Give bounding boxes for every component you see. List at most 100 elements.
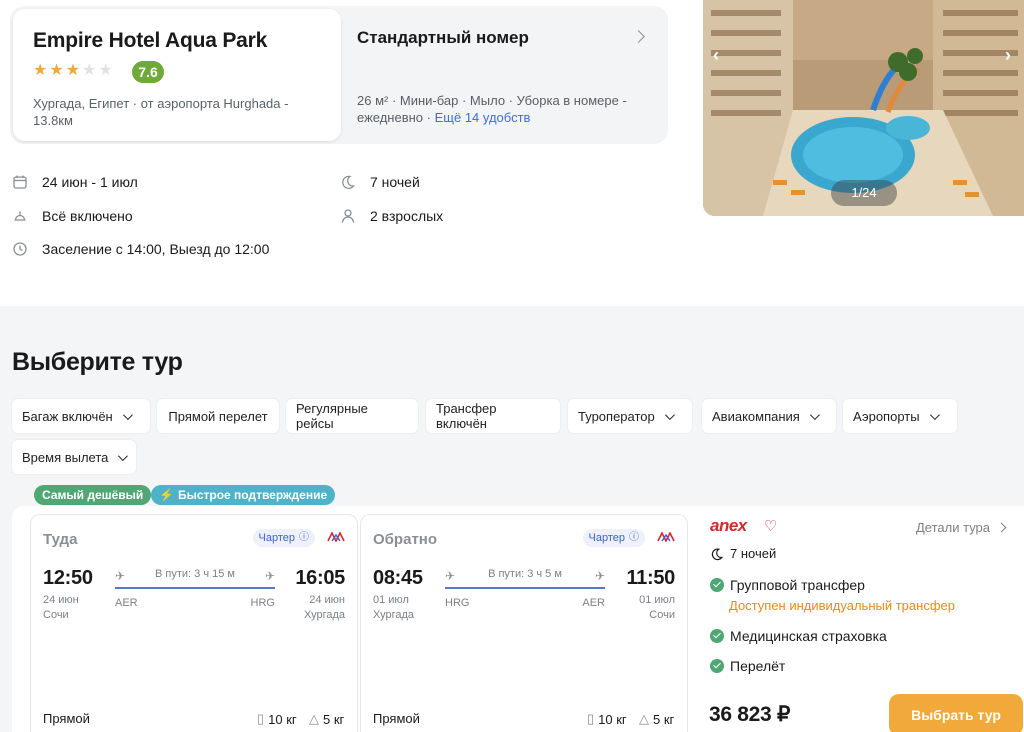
lightning-icon: ⚡ <box>159 488 174 502</box>
departure-airport-code: HRG <box>445 597 470 609</box>
tour-price: 36 823 ₽ <box>709 703 791 726</box>
hotel-card[interactable]: Empire Hotel Aqua Park ★ ★ ★ ★ ★ 7.6 Хур… <box>13 9 341 141</box>
nights-row: 7 ночей <box>340 174 420 190</box>
departure-date: 24 июн <box>43 594 79 606</box>
baggage-weight: 10 кг <box>598 711 627 727</box>
dates-row: 24 июн - 1 июл <box>12 174 138 190</box>
star-icon: ★ <box>65 62 81 79</box>
moon-icon <box>342 175 355 189</box>
arrival-date: 01 июл <box>639 594 675 606</box>
chevron-down-icon <box>122 409 133 420</box>
charter-badge[interactable]: Чартер ⓘ <box>252 529 315 547</box>
cheapest-badge: Самый дешёвый <box>34 485 152 505</box>
select-tour-button[interactable]: Выбрать тур <box>889 694 1023 732</box>
baggage-weight: 10 кг <box>268 711 297 727</box>
trip-dates: 24 июн - 1 июл <box>42 174 138 190</box>
feature-insurance: Медицинская страховка <box>710 628 887 644</box>
departure-time: 12:50 <box>43 567 93 589</box>
checkin-times: Заселение с 14:00, Выезд до 12:00 <box>42 241 270 257</box>
plane-landing-icon: ✈ <box>264 569 275 583</box>
hotel-name[interactable]: Empire Hotel Aqua Park <box>33 29 267 53</box>
checkin-row: Заселение с 14:00, Выезд до 12:00 <box>12 241 269 257</box>
trip-meal: Всё включено <box>42 208 133 224</box>
details-label: Детали тура <box>916 520 991 535</box>
section-title: Выберите тур <box>12 348 183 376</box>
star-icon: ★ <box>49 62 64 79</box>
gallery-prev-button[interactable]: ‹ <box>713 45 719 66</box>
suitcase-icon: ▯ <box>257 711 265 726</box>
outbound-leg: Туда Чартер ⓘ 12:50 24 июн Сочи ✈ В пути:… <box>30 514 358 732</box>
plane-landing-icon: ✈ <box>594 569 605 583</box>
filter-regular-flights[interactable]: Регулярные рейсы <box>286 399 418 433</box>
filter-direct-flight[interactable]: Прямой перелет <box>157 399 279 433</box>
charter-badge[interactable]: Чартер ⓘ <box>582 529 645 547</box>
heart-icon[interactable]: ♡ <box>764 517 777 535</box>
arrival-city: Сочи <box>649 609 675 621</box>
hand-luggage: △ 5 кг <box>639 711 674 727</box>
room-title: Стандартный номер <box>357 28 529 47</box>
filter-departure-time[interactable]: Время вылета <box>12 440 136 474</box>
checked-baggage: ▯ 10 кг <box>257 711 297 727</box>
arrival-time: 11:50 <box>626 567 675 589</box>
route-line <box>115 587 275 589</box>
feature-label: Перелёт <box>730 658 786 674</box>
filter-airline[interactable]: Авиакомпания <box>702 399 836 433</box>
flight-route: ✈ В пути: 3 ч 15 м ✈ AER HRG <box>115 567 275 609</box>
chevron-down-icon <box>809 409 820 420</box>
badge-label: Быстрое подтверждение <box>177 488 328 502</box>
trip-guests: 2 взрослых <box>370 208 444 224</box>
filter-baggage[interactable]: Багаж включён <box>12 399 150 433</box>
arrival-date: 24 июн <box>309 594 345 606</box>
chevron-right-icon[interactable] <box>632 30 645 43</box>
feature-label: Медицинская страховка <box>730 628 887 644</box>
calendar-icon <box>13 175 27 189</box>
flight-duration: В пути: 3 ч 15 м <box>155 568 235 580</box>
tour-details-link[interactable]: Детали тура <box>916 520 1007 535</box>
star-empty-icon: ★ <box>98 62 113 79</box>
gallery-next-button[interactable]: › <box>1005 45 1011 66</box>
bag-icon: △ <box>309 711 319 726</box>
hotel-photo[interactable]: ‹ › 1/24 <box>703 0 1024 216</box>
more-amenities-link[interactable]: Ещё 14 удобств <box>435 110 531 125</box>
return-leg: Обратно Чартер ⓘ 08:45 01 июл Хургада ✈ В… <box>360 514 688 732</box>
flight-stops: Прямой <box>373 711 420 726</box>
flight-route: ✈ В пути: 3 ч 5 м ✈ HRG AER <box>445 567 605 609</box>
operator-logo: anex <box>710 516 747 535</box>
route-line <box>445 587 605 589</box>
flight-stops: Прямой <box>43 711 90 726</box>
filter-label: Регулярные рейсы <box>296 401 368 431</box>
filter-tour-operator[interactable]: Туроператор <box>568 399 692 433</box>
room-card[interactable]: Стандартный номер 26 м² · Мини-бар · Мыл… <box>355 6 665 144</box>
filter-airports[interactable]: Аэропорты <box>843 399 957 433</box>
filter-label: Прямой перелет <box>168 408 268 424</box>
filter-label: Багаж включён <box>22 408 113 424</box>
fast-confirmation-badge: ⚡ Быстрое подтверждение <box>151 485 336 505</box>
offer-nights: 7 ночей <box>710 546 776 561</box>
leg-title: Обратно <box>373 531 438 548</box>
filter-transfer[interactable]: Трансфер включён <box>426 399 560 433</box>
hand-weight: 5 кг <box>653 711 675 727</box>
hand-weight: 5 кг <box>323 711 345 727</box>
clock-icon <box>13 242 27 256</box>
check-icon <box>710 578 724 592</box>
departure-airport-code: AER <box>115 597 138 609</box>
departure-time: 08:45 <box>373 567 423 589</box>
nights-label: 7 ночей <box>730 546 777 561</box>
feature-flight: Перелёт <box>710 658 785 674</box>
filter-label: Авиакомпания <box>712 408 800 424</box>
hotel-panel: Empire Hotel Aqua Park ★ ★ ★ ★ ★ 7.6 Хур… <box>10 6 668 144</box>
bag-icon: △ <box>639 711 649 726</box>
check-icon <box>710 629 724 643</box>
individual-transfer-link[interactable]: Доступен индивидуальный трансфер <box>729 598 955 613</box>
departure-date: 01 июл <box>373 594 409 606</box>
tour-section: Выберите тур Багаж включён Прямой переле… <box>0 306 1024 732</box>
info-icon: ⓘ <box>629 532 639 543</box>
chevron-right-icon <box>996 522 1007 533</box>
rating-badge: 7.6 <box>132 61 164 83</box>
charter-label: Чартер <box>588 532 625 544</box>
filter-label: Время вылета <box>22 449 109 465</box>
check-icon <box>710 659 724 673</box>
trip-nights: 7 ночей <box>370 174 420 190</box>
arrival-city: Хургада <box>303 609 345 621</box>
room-amenities: 26 м² · Мини-бар · Мыло · Уборка в номер… <box>357 92 647 126</box>
